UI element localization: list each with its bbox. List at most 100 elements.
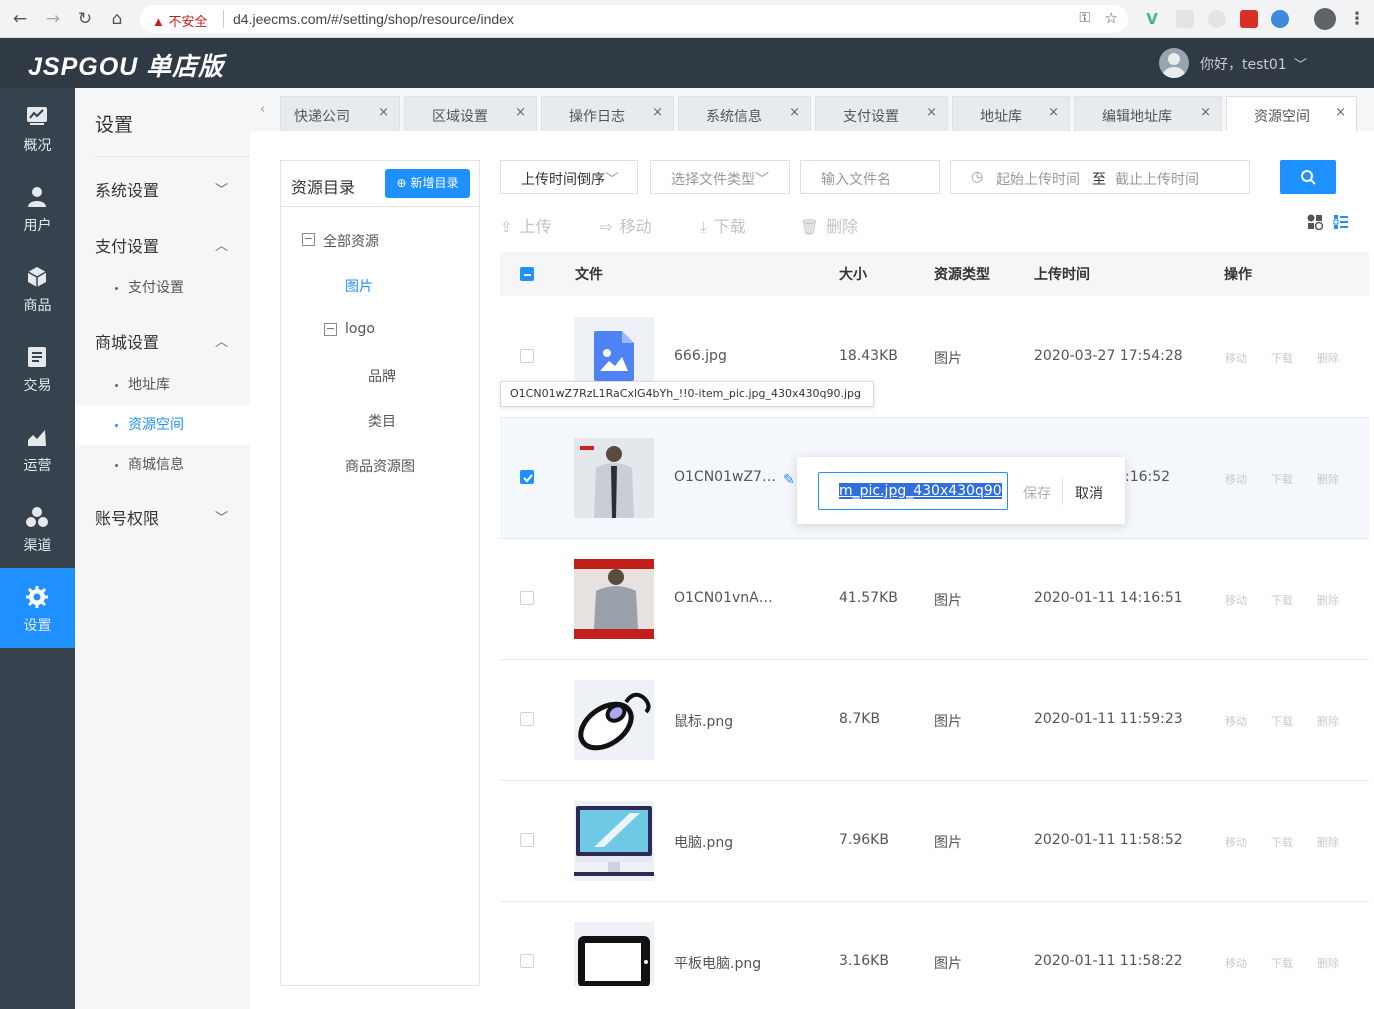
save-button[interactable]: 保存 [1023,483,1051,503]
submenu-group-account[interactable]: 账号权限 [95,505,159,529]
submenu-item-pay-settings[interactable]: 支付设置 [75,268,250,308]
row-delete-link[interactable]: 删除 [1317,350,1339,366]
tree-node-all[interactable]: 全部资源 [323,231,379,251]
collapse-icon[interactable]: − [302,233,315,246]
tab-resource[interactable]: 资源空间 × [1226,96,1357,131]
table-row[interactable]: O1CN01vnA… 41.57KB 图片 2020-01-11 14:16:5… [500,539,1369,660]
close-icon[interactable]: × [789,105,800,120]
tab-log[interactable]: 操作日志 × [541,96,674,131]
row-delete-link[interactable]: 删除 [1317,834,1339,850]
file-name-input[interactable]: 输入文件名 [800,160,940,194]
submenu-item-resource[interactable]: 资源空间 [75,405,250,445]
submenu-item-address[interactable]: 地址库 [75,365,250,405]
extension-icon[interactable] [1208,10,1226,28]
extension-icon[interactable] [1240,10,1258,28]
row-download-link[interactable]: 下载 [1271,592,1293,608]
close-icon[interactable]: × [652,105,663,120]
row-download-link[interactable]: 下载 [1271,713,1293,729]
row-delete-link[interactable]: 删除 [1317,592,1339,608]
row-move-link[interactable]: 移动 [1225,834,1247,850]
file-thumbnail[interactable] [574,438,654,518]
edit-icon[interactable]: ✎ [783,472,795,488]
home-icon[interactable]: ⌂ [107,9,127,29]
row-move-link[interactable]: 移动 [1225,592,1247,608]
file-thumbnail[interactable] [574,559,654,639]
url-text[interactable]: d4.jeecms.com/#/setting/shop/resource/in… [233,11,514,27]
row-checkbox[interactable] [520,833,534,847]
profile-icon[interactable] [1314,8,1336,30]
back-icon[interactable]: ← [10,9,30,29]
tree-node-goods[interactable]: 商品资源图 [345,456,415,476]
download-button[interactable]: ⤓ 下载 [700,213,746,237]
insecure-warning[interactable]: ▲ 不安全 [152,11,208,30]
tree-node-brand[interactable]: 品牌 [368,366,396,386]
row-move-link[interactable]: 移动 [1225,350,1247,366]
row-move-link[interactable]: 移动 [1225,471,1247,487]
forward-icon[interactable]: → [43,9,63,29]
end-date-placeholder[interactable]: 截止上传时间 [1115,169,1199,189]
tab-address[interactable]: 地址库 × [952,96,1070,131]
tree-node-logo[interactable]: logo [345,321,375,337]
nav-item-user[interactable]: 用户 [0,168,75,248]
row-delete-link[interactable]: 删除 [1317,713,1339,729]
star-icon[interactable]: ☆ [1105,9,1118,27]
grid-view-icon[interactable] [1307,214,1323,230]
nav-item-goods[interactable]: 商品 [0,248,75,328]
new-directory-button[interactable]: ⊕ 新增目录 [385,169,470,198]
nav-item-overview[interactable]: 概况 [0,88,75,168]
nav-item-channel[interactable]: 渠道 [0,488,75,568]
tab-pay[interactable]: 支付设置 × [815,96,948,131]
row-delete-link[interactable]: 删除 [1317,471,1339,487]
rename-input[interactable]: m_pic.jpg_430x430q90 [818,472,1008,510]
row-move-link[interactable]: 移动 [1225,713,1247,729]
submenu-item-mall-info[interactable]: 商城信息 [75,445,250,485]
chevron-up-icon[interactable]: ︿ [215,235,228,254]
row-delete-link[interactable]: 删除 [1317,955,1339,971]
close-icon[interactable]: × [378,105,389,120]
extension-icon[interactable] [1271,10,1289,28]
file-thumbnail[interactable] [574,801,654,881]
move-button[interactable]: ⇨ 移动 [600,213,652,237]
nav-item-trade[interactable]: 交易 [0,328,75,408]
row-download-link[interactable]: 下载 [1271,834,1293,850]
address-bar[interactable]: ▲ 不安全 d4.jeecms.com/#/setting/shop/resou… [140,5,1128,33]
file-thumbnail[interactable] [574,922,654,986]
delete-button[interactable]: 🗑 删除 [800,213,858,237]
tree-node-category[interactable]: 类目 [368,411,396,431]
chevron-down-icon[interactable]: ﹀ [215,507,228,526]
submenu-group-system[interactable]: 系统设置 [95,177,159,201]
tab-express[interactable]: 快递公司 × [280,96,400,131]
collapse-icon[interactable]: − [324,323,337,336]
date-range-picker[interactable]: ◷ 起始上传时间 至 截止上传时间 [950,160,1250,194]
chevron-down-icon[interactable]: ﹀ [1294,54,1307,73]
row-checkbox[interactable] [520,591,534,605]
row-checkbox[interactable] [520,349,534,363]
submenu-group-mall[interactable]: 商城设置 [95,329,159,353]
select-all-checkbox[interactable] [520,267,534,281]
key-icon[interactable]: ⚿ [1079,10,1090,26]
close-icon[interactable]: × [926,105,937,120]
chevron-up-icon[interactable]: ︿ [215,331,228,350]
row-download-link[interactable]: 下载 [1271,955,1293,971]
close-icon[interactable]: × [515,105,526,120]
file-type-select[interactable]: 选择文件类型 ﹀ [650,160,790,194]
cancel-button[interactable]: 取消 [1075,483,1103,503]
tab-sysinfo[interactable]: 系统信息 × [678,96,811,131]
close-icon[interactable]: × [1335,105,1346,120]
reload-icon[interactable]: ↻ [75,9,95,29]
tab-edit-address[interactable]: 编辑地址库 × [1074,96,1222,131]
tree-node-image[interactable]: 图片 [345,276,373,296]
sort-select[interactable]: 上传时间倒序 ﹀ [500,160,638,194]
file-thumbnail[interactable] [574,680,654,760]
tab-region[interactable]: 区域设置 × [404,96,537,131]
row-checkbox[interactable] [520,954,534,968]
table-row[interactable]: 鼠标.png 8.7KB 图片 2020-01-11 11:59:23 移动 下… [500,660,1369,781]
close-icon[interactable]: × [1200,105,1211,120]
table-row[interactable]: 电脑.png 7.96KB 图片 2020-01-11 11:58:52 移动 … [500,781,1369,902]
upload-button[interactable]: ⇪ 上传 [500,213,552,237]
search-button[interactable] [1280,160,1336,194]
row-download-link[interactable]: 下载 [1271,350,1293,366]
extension-icon[interactable] [1176,10,1194,28]
nav-item-operation[interactable]: 运营 [0,408,75,488]
avatar[interactable] [1159,48,1189,78]
